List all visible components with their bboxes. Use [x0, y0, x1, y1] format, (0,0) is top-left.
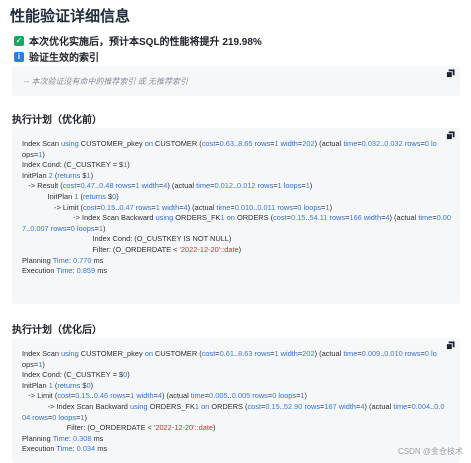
plan-line: Filter: (O_ORDERDATE < '2022-12-20'::dat… [66, 423, 216, 433]
plan-line: -> Result (cost=0.47..0.48 rows=1 width=… [28, 181, 313, 191]
plan-line: -> Limit (cost=0.15..0.46 rows=1 width=4… [28, 391, 307, 401]
plan-line: Planning Time: 0.770 ms [22, 255, 104, 265]
copy-icon[interactable] [446, 341, 455, 350]
index-note-box: -- 本次验证没有命中的推荐索引 或 无推荐索引 [12, 66, 460, 96]
plan-before-code: Index Scan using CUSTOMER_pkey on CUSTOM… [22, 139, 451, 277]
page-title: 性能验证详细信息 [10, 8, 131, 25]
plan-after-code-block: Index Scan using CUSTOMER_pkey on CUSTOM… [12, 338, 460, 463]
plan-line: ops=1) [22, 359, 45, 369]
verified-index-heading-text: 验证生效的索引 [29, 53, 99, 64]
plan-line: Index Scan using CUSTOMER_pkey on CUSTOM… [22, 349, 437, 358]
index-note-text: -- 本次验证没有命中的推荐索引 或 无推荐索引 [24, 77, 188, 86]
verified-index-heading: i 验证生效的索引 [14, 49, 99, 64]
plan-line: Index Cond: (O_CUSTKEY IS NOT NULL) [92, 234, 232, 244]
plan-line: -> Index Scan Backward using ORDERS_FK1 … [73, 213, 451, 223]
plan-line: Execution Time: 0.034 ms [22, 444, 108, 454]
plan-line: Index Cond: (C_CUSTKEY = $0) [22, 370, 130, 380]
plan-line: 7..0.007 rows=0 loops=1) [22, 223, 106, 233]
check-square-icon: ✓ [14, 35, 24, 46]
plan-line: -> Limit (cost=0.15..0.47 rows=1 width=4… [54, 202, 333, 212]
plan-line: InitPlan 1 (returns $0) [47, 191, 119, 201]
plan-line: 04 rows=0 loops=1) [22, 412, 88, 422]
plan-before-code-block: Index Scan using CUSTOMER_pkey on CUSTOM… [12, 128, 460, 304]
performance-summary: ✓ 本次优化实施后，预计本SQL的性能将提升 219.98% [14, 33, 262, 48]
plan-before-heading: 执行计划（优化前） [12, 115, 102, 126]
performance-summary-text: 本次优化实施后，预计本SQL的性能将提升 219.98% [29, 37, 262, 48]
plan-line: Planning Time: 0.308 ms [22, 433, 104, 443]
plan-line: ops=1) [22, 149, 45, 159]
copy-icon[interactable] [446, 131, 455, 140]
plan-line: -> Index Scan Backward using ORDERS_FK1 … [47, 401, 445, 411]
plan-line: InitPlan 2 (returns $1) [22, 170, 94, 180]
plan-line: Index Cond: (C_CUSTKEY = $1) [22, 160, 130, 170]
plan-line: Filter: (O_ORDERDATE < '2022-12-20'::dat… [92, 244, 242, 254]
info-square-icon: i [14, 51, 24, 62]
plan-line: Execution Time: 0.859 ms [22, 266, 108, 276]
plan-after-code: Index Scan using CUSTOMER_pkey on CUSTOM… [22, 349, 444, 455]
plan-after-heading: 执行计划（优化后） [12, 325, 102, 336]
plan-line: InitPlan 1 (returns $0) [22, 380, 94, 390]
watermark: CSDN @金仓技术 [397, 447, 463, 456]
plan-line: Index Scan using CUSTOMER_pkey on CUSTOM… [22, 139, 437, 148]
copy-icon[interactable] [446, 69, 455, 78]
